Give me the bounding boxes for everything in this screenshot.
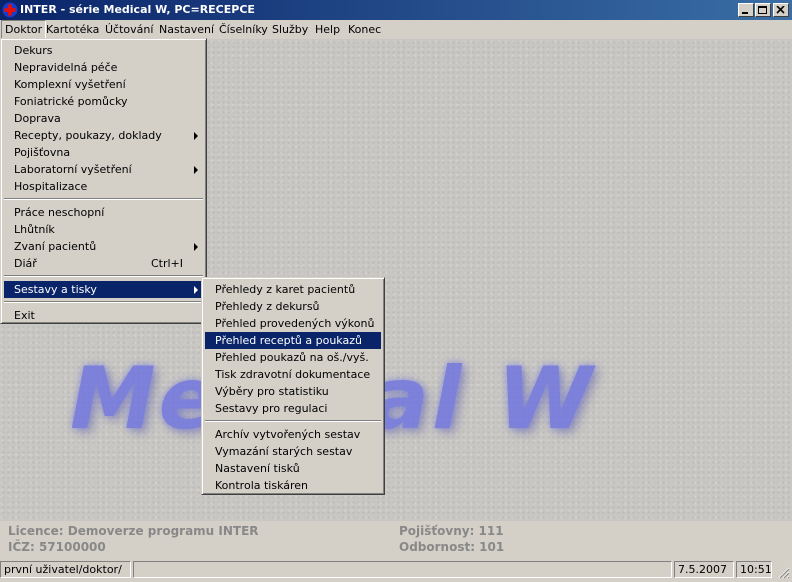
- menu-ciselniky[interactable]: Číselníky: [216, 20, 271, 39]
- close-icon: [776, 6, 785, 14]
- submenu-arrow-icon: [194, 166, 198, 174]
- submenu-item-prehled-vykonu[interactable]: Přehled provedených výkonů: [205, 315, 381, 332]
- status-bar: první uživatel/doktor/ 7.5.2007 10:51: [0, 559, 792, 580]
- menu-bar: Doktor Kartotéka Účtování Nastavení Číse…: [0, 20, 792, 39]
- menu-item-recepty-poukazy-doklady[interactable]: Recepty, poukazy, doklady: [4, 127, 203, 144]
- submenu-item-archiv-sestav[interactable]: Archív vytvořených sestav: [205, 426, 381, 443]
- menu-item-lhutnik[interactable]: Lhůtník: [4, 221, 203, 238]
- menu-item-hospitalizace[interactable]: Hospitalizace: [4, 178, 203, 195]
- status-date: 7.5.2007: [674, 561, 734, 578]
- menu-item-exit[interactable]: Exit: [4, 307, 203, 324]
- odbornost-text: Odbornost: 101: [399, 540, 505, 554]
- menu-separator: [4, 198, 203, 200]
- maximize-button[interactable]: [755, 3, 771, 17]
- submenu-item-sestavy-regulace[interactable]: Sestavy pro regulaci: [205, 400, 381, 417]
- icz-text: IČZ: 57100000: [8, 540, 106, 554]
- maximize-icon: [758, 6, 767, 14]
- status-user: první uživatel/doktor/: [0, 561, 131, 578]
- submenu-item-prehledy-z-karet[interactable]: Přehledy z karet pacientů: [205, 281, 381, 298]
- submenu-arrow-icon: [194, 243, 198, 251]
- menu-separator: [4, 301, 203, 303]
- minimize-button[interactable]: [738, 3, 754, 17]
- menu-kartoteka[interactable]: Kartotéka: [43, 20, 102, 39]
- menu-item-pojistovna[interactable]: Pojišťovna: [4, 144, 203, 161]
- info-panel: Licence: Demoverze programu INTER IČZ: 5…: [0, 521, 792, 559]
- menu-item-foniatricke-pomucky[interactable]: Foniatrické pomůcky: [4, 93, 203, 110]
- submenu-item-vybery-statistika[interactable]: Výběry pro statistiku: [205, 383, 381, 400]
- menu-separator: [205, 420, 381, 422]
- submenu-item-prehledy-z-dekursu[interactable]: Přehledy z dekursů: [205, 298, 381, 315]
- status-time: 10:51: [736, 561, 772, 578]
- menu-sluzby[interactable]: Služby: [269, 20, 311, 39]
- licence-text: Licence: Demoverze programu INTER: [8, 524, 259, 538]
- menu-uctovani[interactable]: Účtování: [102, 20, 156, 39]
- submenu-item-vymazani-sestav[interactable]: Vymazání starých sestav: [205, 443, 381, 460]
- menu-konec[interactable]: Konec: [345, 20, 384, 39]
- submenu-item-prehled-receptu[interactable]: Přehled receptů a poukazů: [205, 332, 381, 349]
- close-button[interactable]: [773, 3, 789, 17]
- submenu-item-kontrola-tiskaren[interactable]: Kontrola tiskáren: [205, 477, 381, 494]
- window-title: INTER - série Medical W, PC=RECEPCE: [20, 3, 255, 16]
- medical-cross-icon[interactable]: [2, 2, 18, 18]
- minimize-icon: [742, 12, 748, 14]
- submenu-arrow-icon: [194, 132, 198, 140]
- menu-item-zvani-pacientu[interactable]: Zvaní pacientů: [4, 238, 203, 255]
- submenu-item-nastaveni-tisku[interactable]: Nastavení tisků: [205, 460, 381, 477]
- doktor-menu: Dekurs Nepravidelná péče Komplexní vyšet…: [0, 38, 207, 324]
- menu-item-prace-neschopni[interactable]: Práce neschopní: [4, 204, 203, 221]
- menu-doktor[interactable]: Doktor: [1, 20, 47, 39]
- resize-grip-icon[interactable]: [776, 565, 790, 579]
- menu-item-nepravidelna-pece[interactable]: Nepravidelná péče: [4, 59, 203, 76]
- menu-item-sestavy-a-tisky[interactable]: Sestavy a tisky: [4, 281, 203, 298]
- menu-item-dekurs[interactable]: Dekurs: [4, 42, 203, 59]
- menu-item-diar[interactable]: Diář Ctrl+I: [4, 255, 203, 272]
- status-message: [133, 561, 672, 578]
- menu-separator: [4, 275, 203, 277]
- pojistovny-text: Pojišťovny: 111: [399, 524, 504, 538]
- menu-nastaveni[interactable]: Nastavení: [156, 20, 217, 39]
- submenu-arrow-icon: [194, 286, 198, 294]
- menu-item-komplexni-vysetreni[interactable]: Komplexní vyšetření: [4, 76, 203, 93]
- menu-item-laboratorni-vysetreni[interactable]: Laboratorní vyšetření: [4, 161, 203, 178]
- submenu-item-tisk-dokumentace[interactable]: Tisk zdravotní dokumentace: [205, 366, 381, 383]
- menu-item-doprava[interactable]: Doprava: [4, 110, 203, 127]
- submenu-item-prehled-poukazu[interactable]: Přehled poukazů na oš./vyš.: [205, 349, 381, 366]
- sestavy-submenu: Přehledy z karet pacientů Přehledy z dek…: [201, 277, 385, 495]
- menu-help[interactable]: Help: [312, 20, 343, 39]
- shortcut-label: Ctrl+I: [150, 257, 183, 270]
- title-bar[interactable]: INTER - série Medical W, PC=RECEPCE: [0, 0, 792, 20]
